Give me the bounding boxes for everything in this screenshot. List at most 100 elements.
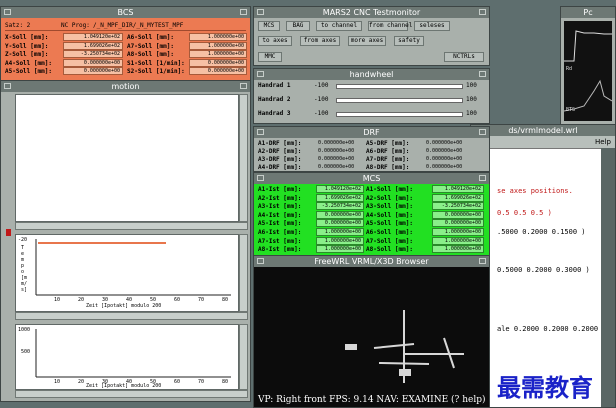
handwheel-label: Handrad 3 (258, 110, 291, 117)
x-tick-label: 70 (198, 379, 205, 385)
pc-graph: Rd BTS (563, 21, 613, 121)
motion-horizontal-scrollbar[interactable] (15, 222, 248, 230)
tempo-horizontal-scrollbar[interactable] (15, 312, 248, 320)
mcs-row-value: 1.000000e+00 (316, 245, 364, 254)
mcs-row-value: 1.699026e+02 (316, 193, 364, 202)
position-plot[interactable]: 1000 500 10 20 30 40 50 60 70 80 Zeit [Ipotakt]… (15, 324, 239, 390)
mcs-row-label: A7-Soll [mm]: (366, 237, 413, 245)
drf-row-value: 0.000000e+00 (318, 164, 355, 170)
window-maximize-icon[interactable] (240, 9, 247, 15)
mars2-button[interactable]: MMC (258, 52, 282, 62)
freewrl-title: FreeWRL VRML/X3D Browser (314, 257, 429, 266)
position-vertical-scrollbar[interactable] (239, 324, 248, 390)
mars2-title: MARS2 CNC Testmonitor (322, 8, 421, 17)
window-menu-icon[interactable] (257, 129, 264, 135)
window-menu-icon[interactable] (4, 9, 11, 15)
handwheel-titlebar[interactable]: handwheel (254, 69, 489, 80)
red-marker-icon (6, 229, 11, 236)
motion-vertical-scrollbar[interactable] (239, 94, 248, 222)
mars2-button[interactable]: safety (394, 36, 424, 46)
x-tick-label: 80 (222, 379, 229, 385)
tempo-vertical-scrollbar[interactable] (239, 234, 248, 312)
window-menu-icon[interactable] (257, 71, 264, 77)
motion-titlebar[interactable]: motion (1, 81, 250, 92)
handwheel-slider[interactable] (336, 98, 463, 103)
drf-window: DRF A1-DRF [mm]: 0.000000e+00 A5-DRF [mm]:… (253, 126, 490, 172)
bcs-row-label: Z-Soll [mm]: (5, 51, 49, 58)
mars2-button[interactable]: BAG (286, 21, 310, 31)
editor-code-line: ale 0.2000 0.2000 0.2000 ) (497, 325, 607, 333)
window-maximize-icon[interactable] (479, 175, 486, 181)
bcs-row-value: 0.000000e+00 (63, 67, 123, 75)
bcs-row-label: A8-Soll [mm]: (127, 51, 174, 58)
mcs-row-value: 1.049120e+02 (432, 185, 484, 193)
window-menu-icon[interactable] (257, 9, 264, 15)
mcs-row-value: 1.049120e+02 (316, 185, 364, 193)
robot-model (345, 310, 464, 383)
freewrl-titlebar[interactable]: FreeWRL VRML/X3D Browser (254, 256, 489, 267)
bcs-row-value: 1.000000e+00 (189, 50, 247, 58)
drf-row-value: 0.000000e+00 (318, 148, 355, 154)
editor-titlebar[interactable]: ds/vrmlmodel.wrl (471, 125, 615, 136)
mars2-button[interactable]: MCS (258, 21, 280, 31)
handwheel-min: -100 (314, 82, 329, 89)
mcs-row-value: 0.000000e+00 (432, 210, 484, 219)
bcs-titlebar[interactable]: BCS (1, 7, 250, 18)
x-tick-label: 10 (54, 379, 61, 385)
mcs-row-label: A5-Ist [mm]: (258, 220, 302, 228)
handwheel-min: -100 (314, 110, 329, 117)
motion-3d-plot[interactable] (15, 94, 239, 222)
mcs-row-label: A6-Soll [mm]: (366, 229, 413, 236)
editor-scrollbar[interactable] (601, 148, 615, 407)
window-menu-icon[interactable] (4, 83, 11, 89)
mcs-row-value: 0.000000e+00 (316, 219, 364, 228)
editor-help-menu[interactable]: Help (595, 138, 611, 146)
drf-row-value: 0.000000e+00 (426, 140, 463, 146)
mcs-row-label: A8-Soll [mm]: (366, 246, 413, 254)
mars2-button[interactable]: from channel (368, 21, 412, 31)
editor-menubar: Help (471, 136, 615, 149)
mars2-button[interactable]: NCTRLs (444, 52, 484, 62)
pc-label-2: BTS (566, 107, 576, 113)
bcs-row-label: A5-Soll [mm]: (5, 68, 52, 75)
handwheel-label: Handrad 1 (258, 82, 291, 89)
mars2-button[interactable]: from axes (300, 36, 340, 46)
position-x-label: Zeit [Ipotakt] modulo 200 (86, 383, 162, 389)
bcs-row-value: 1.000000e+00 (189, 33, 247, 41)
mars2-button[interactable]: seleses (414, 21, 450, 31)
bcs-row-label: A7-Soll [mm]: (127, 42, 174, 50)
mcs-titlebar[interactable]: MCS (254, 173, 489, 184)
position-horizontal-scrollbar[interactable] (15, 390, 248, 398)
window-menu-icon[interactable] (257, 258, 264, 264)
bcs-prog-label: NC Prog: (61, 22, 90, 29)
mars2-button[interactable]: to axes (258, 36, 292, 46)
pc-graph-line (564, 30, 612, 62)
bcs-row-value: 0.000000e+00 (189, 67, 247, 75)
mcs-row-label: A5-Soll [mm]: (366, 220, 413, 228)
drf-titlebar[interactable]: DRF (254, 127, 489, 138)
editor-code-line: .5000 0.2000 0.1500 ) (497, 228, 586, 236)
window-maximize-icon[interactable] (479, 9, 486, 15)
mars2-button[interactable]: to channel (316, 21, 362, 31)
handwheel-label: Handrad 2 (258, 96, 291, 103)
window-maximize-icon[interactable] (240, 83, 247, 89)
window-maximize-icon[interactable] (479, 129, 486, 135)
bcs-row-label: A4-Soll [mm]: (5, 59, 52, 67)
window-maximize-icon[interactable] (479, 71, 486, 77)
drf-row-label: A3-DRF [mm]: (258, 156, 302, 163)
bcs-row-value: 0.000000e+00 (63, 58, 123, 67)
window-menu-icon[interactable] (257, 175, 264, 181)
tempo-plot[interactable]: -20 Tempo [mm/s] 10 20 30 40 50 60 70 80 Zeit [… (15, 234, 239, 312)
handwheel-slider[interactable] (336, 84, 463, 89)
mcs-row-label: A4-Ist [mm]: (258, 211, 302, 219)
pc-titlebar[interactable]: Pc (561, 7, 615, 18)
bcs-row-label: S2-Soll [1/min]: (127, 68, 185, 75)
handwheel-slider[interactable] (336, 112, 463, 117)
mcs-row-value: 0.000000e+00 (432, 219, 484, 228)
window-maximize-icon[interactable] (479, 258, 486, 264)
mcs-row-label: A2-Soll [mm]: (366, 194, 413, 202)
drf-row-label: A4-DRF [mm]: (258, 164, 302, 171)
mars2-titlebar[interactable]: MARS2 CNC Testmonitor (254, 7, 489, 18)
vrml-viewport[interactable] (254, 268, 489, 393)
mars2-button[interactable]: more axes (348, 36, 386, 46)
